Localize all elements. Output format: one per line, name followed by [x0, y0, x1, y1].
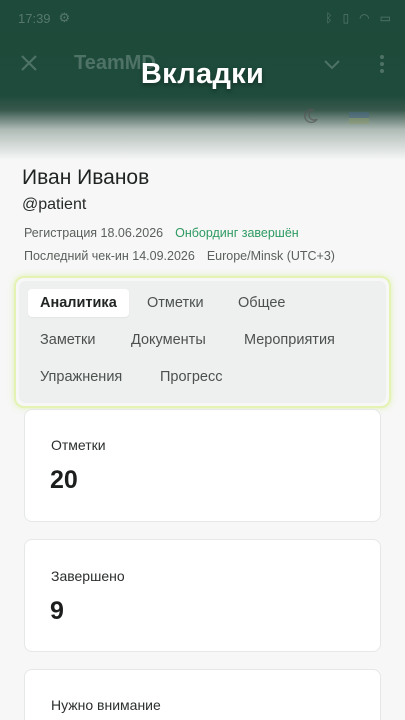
registration-date: Регистрация 18.06.2026 — [24, 226, 164, 240]
profile-meta-row-1: Регистрация 18.06.2026 Онбординг завершё… — [22, 226, 392, 240]
bluetooth-icon: ᛒ — [325, 11, 333, 25]
profile-meta-row-2: Последний чек-ин 14.09.2026 Europe/Minsk… — [22, 249, 392, 263]
profile-name: Иван Иванов — [22, 166, 150, 189]
tab-documents[interactable]: Документы — [119, 326, 218, 354]
stat-label: Нужно внимание — [51, 697, 161, 713]
tabs-highlight: Аналитика Отметки Общее Заметки Документ… — [14, 276, 391, 408]
onboarding-status: Онбординг завершён — [175, 226, 299, 240]
tab-exercises[interactable]: Упражнения — [28, 363, 134, 391]
flag-icon[interactable] — [349, 112, 369, 124]
stat-label: Завершено — [51, 568, 125, 584]
timezone: Europe/Minsk (UTC+3) — [206, 249, 335, 263]
settings-icon: ⚙ — [58, 10, 71, 25]
profile-section: Иван Иванов @patient Регистрация 18.06.2… — [22, 166, 392, 263]
stat-value: 9 — [50, 597, 64, 625]
tab-general[interactable]: Общее — [226, 289, 297, 317]
tab-marks[interactable]: Отметки — [135, 289, 216, 317]
tab-bar: Аналитика Отметки Общее Заметки Документ… — [19, 281, 386, 403]
stat-card-attention: Нужно внимание — [24, 669, 381, 720]
wifi-icon: ◠ — [359, 11, 370, 25]
vibrate-icon: ▯ — [342, 11, 350, 25]
profile-handle: @patient — [22, 196, 87, 213]
status-time: 17:39 — [18, 10, 51, 26]
stat-card-marks: Отметки 20 — [24, 409, 381, 522]
moon-icon[interactable] — [303, 108, 319, 124]
status-bar: 17:39 ⚙ ᛒ ▯ ◠ ▭ — [0, 8, 405, 28]
tab-analytics[interactable]: Аналитика — [28, 289, 129, 317]
stat-label: Отметки — [51, 437, 106, 453]
tab-events[interactable]: Мероприятия — [232, 326, 347, 354]
overlay-title: Вкладки — [140, 58, 265, 90]
last-checkin: Последний чек-ин 14.09.2026 — [24, 249, 195, 263]
stat-card-completed: Завершено 9 — [24, 539, 381, 652]
battery-icon: ▭ — [379, 11, 391, 25]
stat-value: 20 — [50, 466, 78, 494]
tab-notes[interactable]: Заметки — [28, 326, 107, 354]
tab-progress[interactable]: Прогресс — [148, 363, 234, 391]
